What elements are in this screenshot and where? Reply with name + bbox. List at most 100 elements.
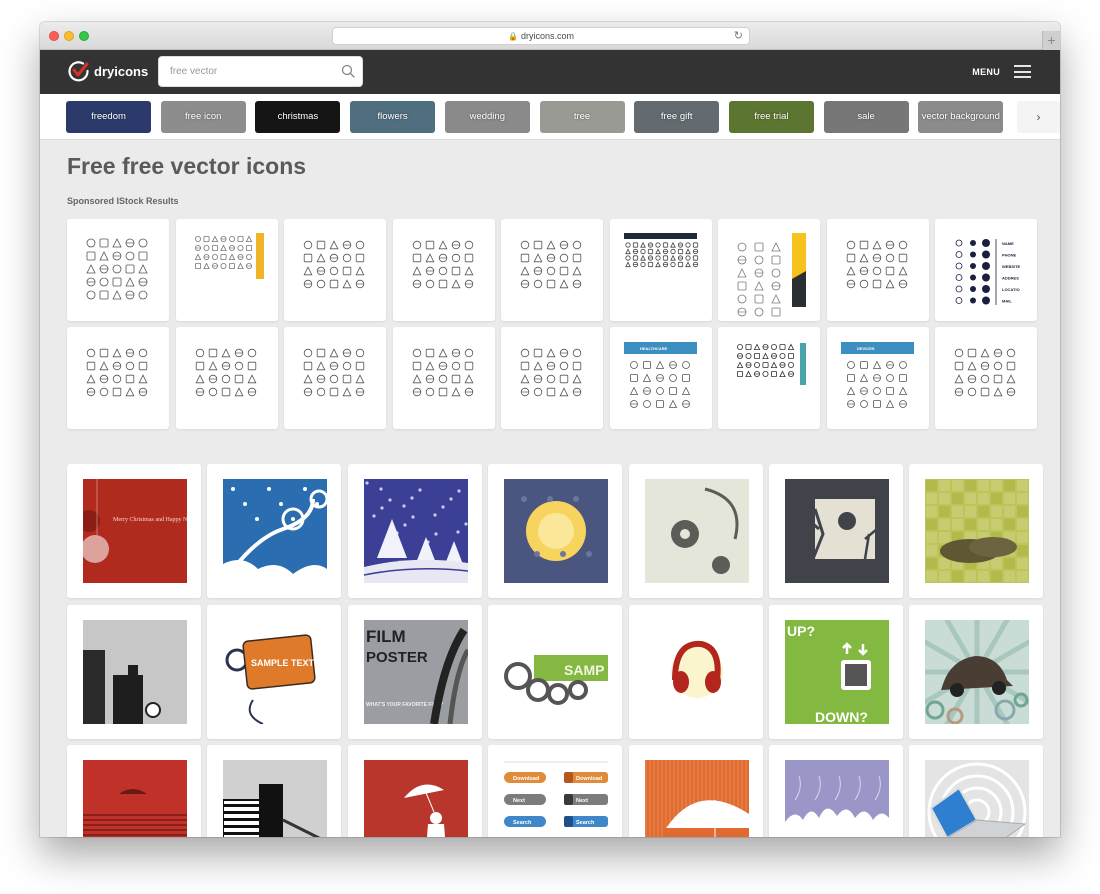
- stock-result-search-icon-set[interactable]: [501, 219, 603, 321]
- stock-result-speed-icon-set[interactable]: [826, 219, 929, 321]
- contact-label: MAIL: [1002, 299, 1012, 304]
- contact-label: LOCATIO: [1002, 287, 1020, 292]
- stock-result-time-icon-set[interactable]: [175, 327, 278, 429]
- site-header: dryicons MENU: [40, 50, 1060, 94]
- free-result-film-poster[interactable]: FILM POSTER WHAT'S YOUR FAVORITE FILM?: [347, 605, 482, 739]
- stock-result-line-icons-yellow[interactable]: [718, 219, 820, 321]
- logo-text: dryicons: [94, 63, 149, 79]
- free-result-web-buttons[interactable]: DownloadDownloadNextNextSearchSearchBuy …: [488, 745, 622, 837]
- minimize-window-button[interactable]: [64, 31, 74, 41]
- stock-result-people-icon-set[interactable]: [284, 327, 386, 429]
- thumbnail-image: DownloadDownloadNextNextSearchSearchBuy …: [504, 760, 608, 837]
- chevron-right-icon[interactable]: ›: [1017, 101, 1060, 133]
- stock-result-contact-icon-set[interactable]: NAME PHONE WEBSITE ADDRES LOCATIO MAIL: [935, 219, 1037, 321]
- page-title: Free free vector icons: [67, 153, 307, 179]
- free-result-ballerina-halftone[interactable]: [769, 464, 903, 598]
- tag-label: vector background: [921, 111, 1000, 122]
- stock-result-globe-icon-set[interactable]: [67, 219, 169, 321]
- contact-label: PHONE: [1002, 253, 1017, 258]
- tag-tree[interactable]: tree: [539, 101, 625, 133]
- thumbnail-image: [785, 479, 889, 583]
- contact-label: WEBSITE: [1002, 264, 1021, 269]
- free-result-red-rain-umbrella[interactable]: [67, 745, 201, 837]
- sponsored-heading: Sponsored IStock Results: [67, 196, 179, 206]
- free-result-retro-car[interactable]: [909, 605, 1043, 739]
- new-tab-button[interactable]: +: [1042, 31, 1060, 50]
- thumbnail-image: [363, 760, 468, 837]
- stock-result-technology-icon-set[interactable]: [284, 219, 386, 321]
- stock-result-thin-line-icon-set[interactable]: [609, 219, 712, 321]
- free-result-sample-text-orange[interactable]: SAMPLE TEXT: [207, 605, 341, 739]
- free-result-merry-christmas[interactable]: Merry Christmas and Happy New: [67, 464, 201, 598]
- free-result-urban-buildings[interactable]: [207, 745, 341, 837]
- stock-result-misc-icon-set-teal[interactable]: [718, 327, 820, 429]
- menu-label[interactable]: MENU: [972, 67, 1000, 77]
- icon-set-preview: [736, 343, 806, 385]
- thumbnail-image: FILM POSTER WHAT'S YOUR FAVORITE FILM?: [363, 620, 468, 724]
- thumbnail-image: [925, 760, 1029, 837]
- search-box: [158, 56, 363, 87]
- free-result-winter-trees[interactable]: [347, 464, 482, 598]
- icon-set-preview: [303, 348, 365, 397]
- tag-wedding[interactable]: wedding: [444, 101, 530, 133]
- thumbnail-image: UP? DOWN?: [785, 620, 889, 724]
- stock-result-social-icon-set[interactable]: [392, 327, 495, 429]
- tag-label: free trial: [754, 111, 789, 122]
- thumbnail-caption: UP?: [787, 623, 815, 639]
- free-result-laptop-tech[interactable]: [909, 745, 1043, 837]
- address-bar[interactable]: 🔒 dryicons.com ↻: [332, 27, 750, 45]
- tag-free-trial[interactable]: free trial: [728, 101, 814, 133]
- free-result-up-down-elevator[interactable]: UP? DOWN?: [769, 605, 903, 739]
- tag-christmas[interactable]: christmas: [255, 101, 341, 133]
- free-result-concert-crowd[interactable]: [769, 745, 903, 837]
- site-logo[interactable]: dryicons: [68, 60, 148, 82]
- tag-vector-background[interactable]: vector background: [918, 101, 1004, 133]
- free-result-city-skyline[interactable]: [67, 605, 201, 739]
- tag-free-gift[interactable]: free gift: [634, 101, 720, 133]
- free-result-grunge-flowers[interactable]: [628, 464, 763, 598]
- thumbnail-image: [644, 620, 749, 724]
- free-result-red-headphones[interactable]: [628, 605, 763, 739]
- free-result-orange-umbrella[interactable]: [628, 745, 763, 837]
- thumbnail-caption: Download: [576, 776, 602, 782]
- hamburger-menu-icon[interactable]: [1014, 65, 1031, 78]
- tag-freedom[interactable]: freedom: [66, 101, 151, 133]
- free-result-sample-green-banner[interactable]: SAMP: [488, 605, 622, 739]
- stock-result-healthcare-icon-set[interactable]: HEALTHCARE: [609, 327, 712, 429]
- tag-sale[interactable]: sale: [823, 101, 909, 133]
- tag-carousel: freedom free icon christmas flowers wedding t…: [40, 94, 1060, 140]
- reload-icon[interactable]: ↻: [734, 28, 743, 44]
- thumbnail-image: SAMP: [504, 620, 608, 724]
- tag-label: tree: [573, 111, 591, 122]
- thumbnail-caption: SAMP: [564, 662, 604, 678]
- thumbnail-image: [785, 760, 889, 837]
- thumbnail-caption: Search: [576, 820, 595, 826]
- thumbnail-image: [223, 479, 327, 583]
- maximize-window-button[interactable]: [79, 31, 89, 41]
- tag-free-icon[interactable]: free icon: [160, 101, 246, 133]
- icon-set-preview: HEALTHCARE: [623, 342, 697, 408]
- stock-result-document-icon-set[interactable]: [67, 327, 169, 429]
- checkmark-logo-icon: [68, 60, 90, 82]
- tag-flowers[interactable]: flowers: [350, 101, 436, 133]
- free-result-yellow-floral-sun[interactable]: [488, 464, 622, 598]
- icon-set-preview: [412, 240, 473, 289]
- thumbnail-image: [644, 760, 749, 837]
- free-result-shoes-on-tiles[interactable]: [909, 464, 1043, 598]
- stock-result-fitness-icon-set[interactable]: [935, 327, 1037, 429]
- stock-result-devices-icon-set[interactable]: DEVICES: [826, 327, 929, 429]
- close-window-button[interactable]: [49, 31, 59, 41]
- address-url: dryicons.com: [520, 31, 574, 41]
- stock-result-outline-icon-set-yellow[interactable]: [175, 219, 278, 321]
- search-icon[interactable]: [341, 64, 355, 78]
- search-input[interactable]: [159, 57, 329, 86]
- stock-result-clock-icon-set[interactable]: [501, 327, 603, 429]
- stock-result-charity-icon-set[interactable]: [392, 219, 495, 321]
- icon-set-preview: [86, 348, 148, 397]
- free-result-girl-umbrella[interactable]: [347, 745, 482, 837]
- free-result-blue-winter-swirls[interactable]: [207, 464, 341, 598]
- icon-set-preview: NAME PHONE WEBSITE ADDRES LOCATIO MAIL: [955, 239, 1021, 305]
- icon-set-preview: [195, 348, 256, 397]
- tag-label: wedding: [469, 111, 505, 122]
- thumbnail-image: [83, 620, 187, 724]
